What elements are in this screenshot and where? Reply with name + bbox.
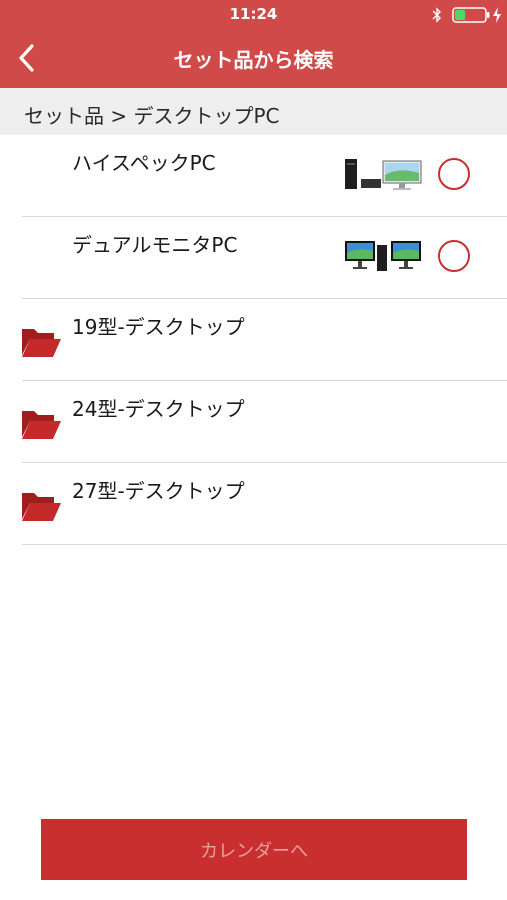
select-radio[interactable] bbox=[438, 240, 470, 272]
breadcrumb-text: セット品 > デスクトップPC bbox=[24, 104, 280, 128]
battery-fill bbox=[455, 10, 466, 20]
desktop-pc-set-icon bbox=[345, 159, 422, 190]
list-item-folder-24[interactable]: 24型-デスクトップ bbox=[0, 381, 507, 463]
item-list: ハイスペックPC デュアルモニタPC 19型-デスクトップ 24型-デスクトップ… bbox=[0, 135, 507, 545]
bluetooth-icon bbox=[432, 7, 441, 23]
list-item-dual-monitor-pc[interactable]: デュアルモニタPC bbox=[0, 217, 507, 299]
list-item-label: 24型-デスクトップ bbox=[72, 397, 245, 421]
list-item-label: ハイスペックPC bbox=[72, 151, 216, 175]
list-item-label: 19型-デスクトップ bbox=[72, 315, 245, 339]
select-radio[interactable] bbox=[438, 158, 470, 190]
folder-open-icon bbox=[22, 411, 61, 439]
calendar-button[interactable]: カレンダーへ bbox=[41, 819, 467, 880]
battery-icon bbox=[452, 7, 490, 23]
folder-open-icon bbox=[22, 493, 61, 521]
folder-open-icon bbox=[22, 329, 61, 357]
charging-icon bbox=[493, 7, 501, 23]
list-item-highspec-pc[interactable]: ハイスペックPC bbox=[0, 135, 507, 217]
list-item-label: 27型-デスクトップ bbox=[72, 479, 245, 503]
page-title: セット品から検索 bbox=[173, 48, 334, 72]
dual-monitor-pc-icon bbox=[345, 241, 421, 271]
list-item-folder-27[interactable]: 27型-デスクトップ bbox=[0, 463, 507, 545]
breadcrumb: セット品 > デスクトップPC bbox=[0, 88, 507, 135]
status-time: 11:24 bbox=[229, 5, 278, 23]
nav-bar: セット品から検索 bbox=[0, 30, 507, 88]
header: 11:24 セット品から検索 bbox=[0, 0, 507, 88]
list-item-folder-19[interactable]: 19型-デスクトップ bbox=[0, 299, 507, 381]
list-item-label: デュアルモニタPC bbox=[72, 233, 238, 257]
status-bar: 11:24 bbox=[0, 0, 507, 30]
